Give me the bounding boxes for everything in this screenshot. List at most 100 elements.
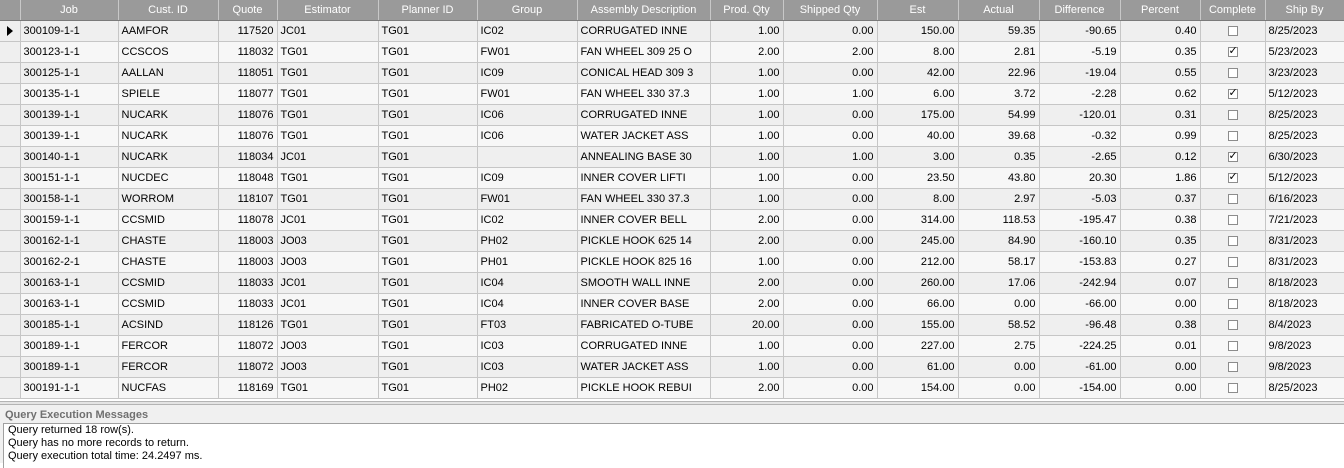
- row-selector[interactable]: [0, 251, 21, 273]
- table-row[interactable]: 300189-1-1 FERCOR 118072 JO03 TG01 IC03 CORRUG…: [0, 335, 1344, 357]
- cell-planner-id[interactable]: TG01: [378, 293, 478, 315]
- cell-cust-id[interactable]: AAMFOR: [118, 20, 219, 42]
- row-selector[interactable]: [0, 125, 21, 147]
- cell-actual[interactable]: 17.06: [958, 272, 1040, 294]
- cell-cust-id[interactable]: AALLAN: [118, 62, 219, 84]
- cell-percent[interactable]: 0.00: [1120, 377, 1201, 399]
- cell-actual[interactable]: 22.96: [958, 62, 1040, 84]
- table-row[interactable]: 300189-1-1 FERCOR 118072 JO03 TG01 IC03 WATER …: [0, 356, 1344, 378]
- cell-quote[interactable]: 118033: [218, 293, 278, 315]
- cell-ship-by[interactable]: 8/25/2023: [1265, 104, 1344, 126]
- cell-percent[interactable]: 0.01: [1120, 335, 1201, 357]
- cell-difference[interactable]: 20.30: [1039, 167, 1121, 189]
- cell-shipped-qty[interactable]: 0.00: [783, 356, 878, 378]
- cell-difference[interactable]: -96.48: [1039, 314, 1121, 336]
- cell-shipped-qty[interactable]: 0.00: [783, 377, 878, 399]
- cell-est[interactable]: 40.00: [877, 125, 959, 147]
- cell-planner-id[interactable]: TG01: [378, 125, 478, 147]
- cell-planner-id[interactable]: TG01: [378, 104, 478, 126]
- cell-prod-qty[interactable]: 1.00: [710, 167, 784, 189]
- cell-ship-by[interactable]: 5/12/2023: [1265, 167, 1344, 189]
- cell-group[interactable]: IC03: [477, 335, 578, 357]
- cell-est[interactable]: 8.00: [877, 188, 959, 210]
- cell-percent[interactable]: 0.38: [1120, 209, 1201, 231]
- cell-group[interactable]: IC02: [477, 20, 578, 42]
- table-row[interactable]: 300139-1-1 NUCARK 118076 TG01 TG01 IC06 CORRUG…: [0, 104, 1344, 126]
- complete-checkbox[interactable]: [1227, 149, 1238, 163]
- cell-cust-id[interactable]: CCSMID: [118, 209, 219, 231]
- column-header-percent[interactable]: Percent: [1120, 0, 1201, 21]
- cell-assembly-description[interactable]: CORRUGATED INNE: [577, 104, 711, 126]
- cell-estimator[interactable]: TG01: [277, 188, 379, 210]
- cell-complete[interactable]: [1200, 377, 1266, 399]
- results-grid[interactable]: Job Cust. ID Quote Estimator Planner ID …: [0, 0, 1344, 400]
- cell-estimator[interactable]: JC01: [277, 272, 379, 294]
- cell-ship-by[interactable]: 7/21/2023: [1265, 209, 1344, 231]
- cell-percent[interactable]: 0.35: [1120, 41, 1201, 63]
- cell-shipped-qty[interactable]: 0.00: [783, 335, 878, 357]
- cell-estimator[interactable]: JC01: [277, 209, 379, 231]
- cell-prod-qty[interactable]: 1.00: [710, 125, 784, 147]
- cell-cust-id[interactable]: NUCDEC: [118, 167, 219, 189]
- row-selector[interactable]: [0, 209, 21, 231]
- cell-cust-id[interactable]: ACSIND: [118, 314, 219, 336]
- table-row[interactable]: 300109-1-1 AAMFOR 117520 JC01 TG01 IC02 CORRUG…: [0, 20, 1344, 42]
- column-header-shipped-qty[interactable]: Shipped Qty: [783, 0, 878, 21]
- cell-group[interactable]: PH01: [477, 251, 578, 273]
- cell-prod-qty[interactable]: 1.00: [710, 356, 784, 378]
- cell-ship-by[interactable]: 5/12/2023: [1265, 83, 1344, 105]
- cell-shipped-qty[interactable]: 2.00: [783, 41, 878, 63]
- cell-job[interactable]: 300163-1-1: [20, 293, 119, 315]
- cell-prod-qty[interactable]: 2.00: [710, 272, 784, 294]
- cell-assembly-description[interactable]: FAN WHEEL 309 25 O: [577, 41, 711, 63]
- cell-quote[interactable]: 118126: [218, 314, 278, 336]
- cell-ship-by[interactable]: 5/23/2023: [1265, 41, 1344, 63]
- cell-assembly-description[interactable]: ANNEALING BASE 30: [577, 146, 711, 168]
- complete-checkbox[interactable]: [1227, 215, 1238, 226]
- cell-job[interactable]: 300109-1-1: [20, 20, 119, 42]
- cell-actual[interactable]: 2.97: [958, 188, 1040, 210]
- cell-cust-id[interactable]: FERCOR: [118, 356, 219, 378]
- cell-job[interactable]: 300158-1-1: [20, 188, 119, 210]
- cell-quote[interactable]: 118076: [218, 104, 278, 126]
- cell-shipped-qty[interactable]: 0.00: [783, 188, 878, 210]
- cell-cust-id[interactable]: NUCARK: [118, 146, 219, 168]
- cell-planner-id[interactable]: TG01: [378, 188, 478, 210]
- cell-difference[interactable]: -61.00: [1039, 356, 1121, 378]
- cell-estimator[interactable]: TG01: [277, 83, 379, 105]
- cell-quote[interactable]: 118169: [218, 377, 278, 399]
- cell-assembly-description[interactable]: INNER COVER LIFTI: [577, 167, 711, 189]
- cell-quote[interactable]: 118078: [218, 209, 278, 231]
- column-header-cust-id[interactable]: Cust. ID: [118, 0, 219, 21]
- cell-est[interactable]: 227.00: [877, 335, 959, 357]
- cell-complete[interactable]: [1200, 230, 1266, 252]
- cell-assembly-description[interactable]: CORRUGATED INNE: [577, 20, 711, 42]
- cell-quote[interactable]: 118033: [218, 272, 278, 294]
- cell-est[interactable]: 175.00: [877, 104, 959, 126]
- table-row[interactable]: 300185-1-1 ACSIND 118126 TG01 TG01 FT03 FABRIC…: [0, 314, 1344, 336]
- cell-estimator[interactable]: TG01: [277, 167, 379, 189]
- cell-job[interactable]: 300140-1-1: [20, 146, 119, 168]
- cell-difference[interactable]: -195.47: [1039, 209, 1121, 231]
- cell-ship-by[interactable]: 8/18/2023: [1265, 293, 1344, 315]
- cell-complete[interactable]: [1200, 41, 1266, 63]
- cell-actual[interactable]: 84.90: [958, 230, 1040, 252]
- cell-cust-id[interactable]: CCSMID: [118, 293, 219, 315]
- cell-shipped-qty[interactable]: 0.00: [783, 230, 878, 252]
- cell-actual[interactable]: 3.72: [958, 83, 1040, 105]
- complete-checkbox[interactable]: [1227, 362, 1238, 373]
- cell-group[interactable]: FW01: [477, 41, 578, 63]
- cell-planner-id[interactable]: TG01: [378, 251, 478, 273]
- cell-quote[interactable]: 118048: [218, 167, 278, 189]
- complete-checkbox[interactable]: [1227, 131, 1238, 142]
- row-selector[interactable]: [0, 335, 21, 357]
- cell-quote[interactable]: 118077: [218, 83, 278, 105]
- cell-prod-qty[interactable]: 1.00: [710, 188, 784, 210]
- cell-prod-qty[interactable]: 1.00: [710, 104, 784, 126]
- cell-ship-by[interactable]: 8/4/2023: [1265, 314, 1344, 336]
- cell-quote[interactable]: 118072: [218, 356, 278, 378]
- row-selector-header[interactable]: [0, 0, 21, 21]
- cell-group[interactable]: IC04: [477, 293, 578, 315]
- cell-percent[interactable]: 0.07: [1120, 272, 1201, 294]
- cell-complete[interactable]: [1200, 251, 1266, 273]
